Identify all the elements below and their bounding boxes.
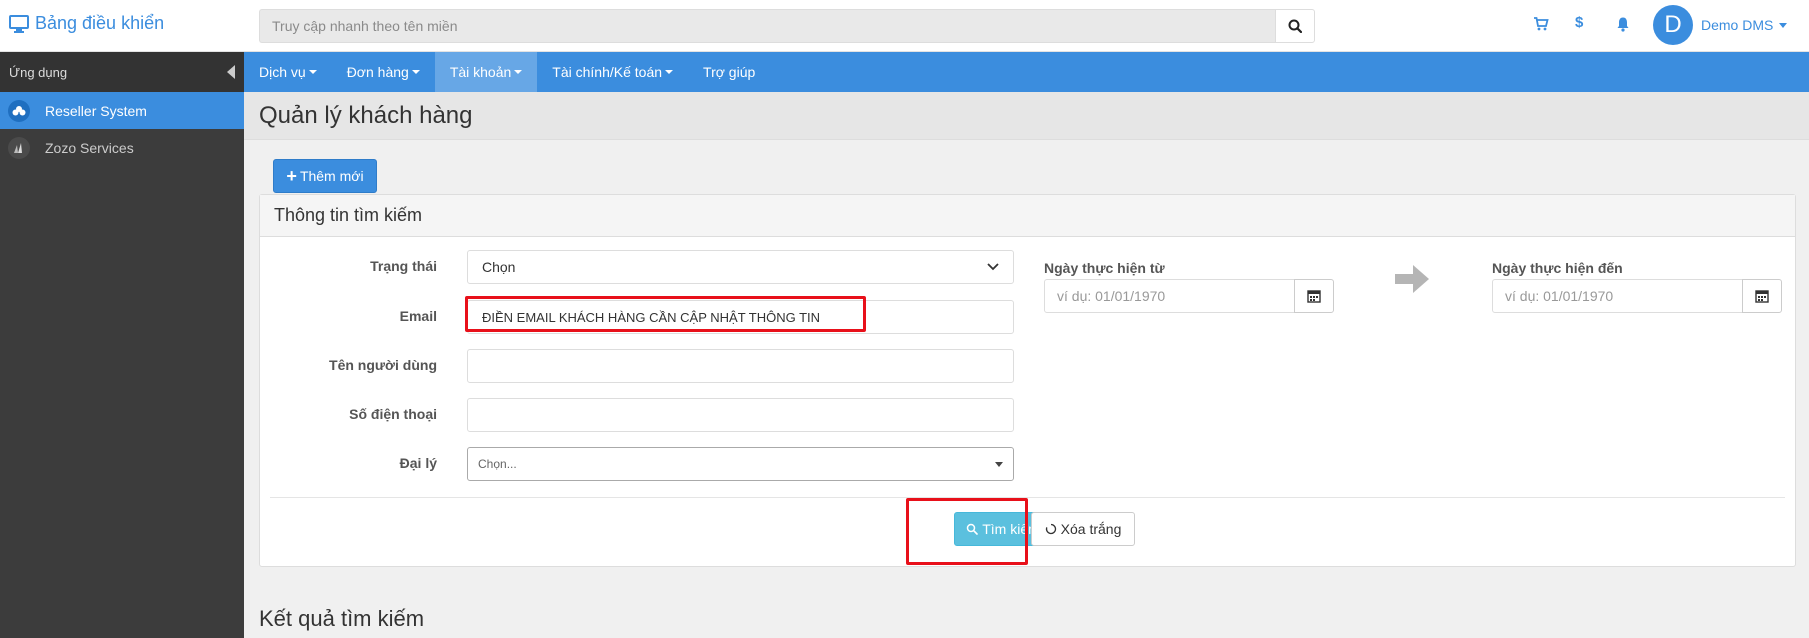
username-field[interactable] bbox=[467, 349, 1014, 383]
agent-select-value: Chọn... bbox=[478, 457, 517, 471]
monitor-icon bbox=[9, 14, 29, 33]
sidebar-item-label: Zozo Services bbox=[45, 139, 134, 156]
avatar: D bbox=[1653, 5, 1693, 45]
search-panel-heading: Thông tin tìm kiếm bbox=[260, 195, 1795, 237]
quick-search-input[interactable] bbox=[259, 9, 1275, 43]
sidebar: Ứng dụng Reseller System Zozo Services bbox=[0, 52, 244, 638]
phone-label: Số điện thoại bbox=[349, 406, 437, 422]
notifications-button[interactable] bbox=[1615, 16, 1631, 35]
services-icon bbox=[8, 136, 30, 159]
add-new-button[interactable]: + Thêm mới bbox=[273, 159, 377, 193]
status-select-value: Chọn bbox=[482, 259, 516, 275]
calendar-icon bbox=[1307, 290, 1321, 303]
page-header: Quản lý khách hàng bbox=[244, 92, 1809, 140]
brand-link[interactable]: Bảng điều khiển bbox=[9, 13, 164, 34]
sidebar-item-zozo-services[interactable]: Zozo Services bbox=[0, 129, 244, 166]
sidebar-item-label: Reseller System bbox=[45, 102, 147, 119]
nav-item-label: Dịch vụ bbox=[259, 64, 306, 80]
date-from-label: Ngày thực hiện từ bbox=[1044, 260, 1165, 276]
chevron-down-icon bbox=[987, 263, 999, 271]
nav-item-label: Tài khoản bbox=[449, 64, 512, 80]
nav-item-finance[interactable]: Tài chính/Kế toán bbox=[537, 52, 688, 92]
collapse-sidebar-icon[interactable] bbox=[227, 65, 235, 79]
results-title: Kết quả tìm kiếm bbox=[259, 606, 425, 631]
sidebar-item-reseller-system[interactable]: Reseller System bbox=[0, 92, 244, 129]
phone-field[interactable] bbox=[467, 398, 1014, 432]
nav-item-services[interactable]: Dịch vụ bbox=[244, 52, 332, 92]
caret-down-icon bbox=[514, 70, 523, 74]
search-icon bbox=[1288, 19, 1302, 33]
search-highlight-box bbox=[906, 498, 1028, 565]
date-to-label: Ngày thực hiện đến bbox=[1492, 260, 1623, 276]
nav-item-label: Tài chính/Kế toán bbox=[552, 64, 663, 80]
arrow-right-icon bbox=[1395, 265, 1429, 293]
main-nav: Dịch vụ Đơn hàng Tài khoản Tài chính/Kế … bbox=[244, 52, 1809, 92]
nav-item-orders[interactable]: Đơn hàng bbox=[332, 52, 435, 92]
date-from-picker-button[interactable] bbox=[1294, 279, 1334, 313]
bell-icon bbox=[1617, 17, 1629, 32]
cart-icon bbox=[1534, 17, 1549, 31]
calendar-icon bbox=[1755, 290, 1769, 303]
status-label: Trạng thái bbox=[370, 258, 437, 274]
agent-select[interactable]: Chọn... bbox=[467, 447, 1014, 481]
cart-button[interactable] bbox=[1533, 16, 1549, 35]
brand-label: Bảng điều khiển bbox=[35, 13, 165, 33]
nav-item-accounts[interactable]: Tài khoản bbox=[434, 52, 538, 92]
agent-label: Đại lý bbox=[399, 455, 437, 471]
nav-item-help[interactable]: Trợ giúp bbox=[688, 52, 770, 92]
caret-down-icon bbox=[411, 70, 420, 74]
nav-item-label: Đơn hàng bbox=[346, 64, 409, 80]
date-to-picker-button[interactable] bbox=[1742, 279, 1782, 313]
email-label: Email bbox=[399, 308, 437, 324]
top-bar: Bảng điều khiển $ D Demo DMS bbox=[0, 0, 1809, 52]
chevron-down-icon bbox=[1779, 22, 1788, 28]
quick-search bbox=[259, 9, 1315, 43]
refresh-icon bbox=[1045, 523, 1056, 535]
clear-button-label: Xóa trắng bbox=[1060, 521, 1122, 537]
date-to-input[interactable] bbox=[1492, 279, 1744, 313]
plus-icon: + bbox=[286, 165, 297, 186]
date-from-input[interactable] bbox=[1044, 279, 1296, 313]
sidebar-header: Ứng dụng bbox=[0, 52, 244, 92]
nav-item-label: Trợ giúp bbox=[703, 64, 756, 80]
username-label: Tên người dùng bbox=[329, 357, 437, 373]
caret-down-icon bbox=[308, 70, 317, 74]
caret-down-icon bbox=[665, 70, 674, 74]
user-name: Demo DMS bbox=[1701, 17, 1774, 33]
status-select[interactable]: Chọn bbox=[467, 250, 1014, 284]
quick-search-button[interactable] bbox=[1275, 9, 1315, 43]
page-title: Quản lý khách hàng bbox=[259, 102, 473, 129]
clear-button[interactable]: Xóa trắng bbox=[1031, 512, 1135, 546]
cloud-icon bbox=[8, 99, 30, 122]
dollar-icon: $ bbox=[1575, 14, 1584, 31]
sidebar-title: Ứng dụng bbox=[9, 64, 68, 80]
caret-down-icon bbox=[995, 461, 1003, 467]
dollar-button[interactable]: $ bbox=[1575, 14, 1583, 31]
add-new-label: Thêm mới bbox=[299, 168, 364, 184]
email-highlight-box bbox=[465, 296, 866, 332]
user-menu[interactable]: D Demo DMS bbox=[1653, 5, 1788, 45]
